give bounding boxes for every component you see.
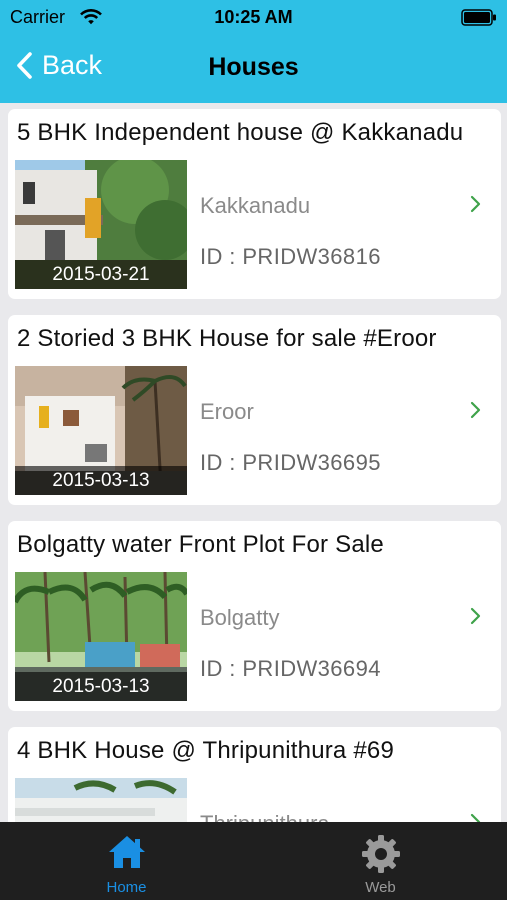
listing-title: Bolgatty water Front Plot For Sale bbox=[17, 531, 384, 558]
listing-list[interactable]: 5 BHK Independent house @ Kakkanadu 2015… bbox=[0, 103, 507, 822]
chevron-right-icon bbox=[470, 401, 481, 419]
tab-bar: Home Web bbox=[0, 822, 507, 900]
listing-card[interactable]: 2 Storied 3 BHK House for sale #Eroor 20… bbox=[8, 315, 501, 505]
listing-photo bbox=[15, 778, 187, 822]
home-icon bbox=[108, 836, 145, 868]
tab-web-label: Web bbox=[365, 879, 396, 896]
battery-icon bbox=[461, 9, 496, 26]
chevron-right-icon bbox=[470, 813, 481, 822]
tab-home-label: Home bbox=[106, 879, 147, 896]
listing-location: Kakkanadu bbox=[200, 193, 311, 218]
listing-title: 2 Storied 3 BHK House for sale #Eroor bbox=[17, 325, 437, 352]
listing-date: 2015-03-21 bbox=[15, 260, 187, 289]
listing-id: ID : PRIDW36695 bbox=[200, 450, 381, 475]
listing-photo: 2015-03-21 bbox=[15, 160, 187, 289]
listing-photo: 2015-03-13 bbox=[15, 366, 187, 495]
listing-card[interactable]: 5 BHK Independent house @ Kakkanadu 2015… bbox=[8, 109, 501, 299]
listing-id: ID : PRIDW36694 bbox=[200, 656, 381, 681]
listing-card[interactable]: Bolgatty water Front Plot For Sale 2015-… bbox=[8, 521, 501, 711]
listing-location: Eroor bbox=[200, 399, 254, 424]
listing-date: 2015-03-13 bbox=[15, 672, 187, 701]
listing-title: 4 BHK House @ Thripunithura #69 bbox=[17, 737, 394, 764]
chevron-right-icon bbox=[470, 195, 481, 213]
listing-id: ID : PRIDW36816 bbox=[200, 244, 381, 269]
status-bar: Carrier 10:25 AM bbox=[0, 0, 507, 36]
tab-home[interactable]: Home bbox=[0, 822, 253, 900]
listing-date: 2015-03-13 bbox=[15, 466, 187, 495]
status-time: 10:25 AM bbox=[214, 7, 293, 27]
listing-location: Bolgatty bbox=[200, 605, 280, 630]
tab-web[interactable]: Web bbox=[254, 822, 507, 900]
listing-card[interactable]: 4 BHK House @ Thripunithura #69 Thripuni… bbox=[8, 727, 501, 822]
chevron-right-icon bbox=[470, 607, 481, 625]
listing-location: Thripunithura bbox=[200, 811, 330, 822]
gear-icon bbox=[361, 835, 400, 873]
listing-title: 5 BHK Independent house @ Kakkanadu bbox=[17, 119, 464, 146]
listing-photo: 2015-03-13 bbox=[15, 572, 187, 701]
page-title: Houses bbox=[208, 53, 299, 81]
app-header: Carrier 10:25 AM Back Houses bbox=[0, 0, 507, 103]
navbar: Back Houses bbox=[0, 36, 507, 103]
